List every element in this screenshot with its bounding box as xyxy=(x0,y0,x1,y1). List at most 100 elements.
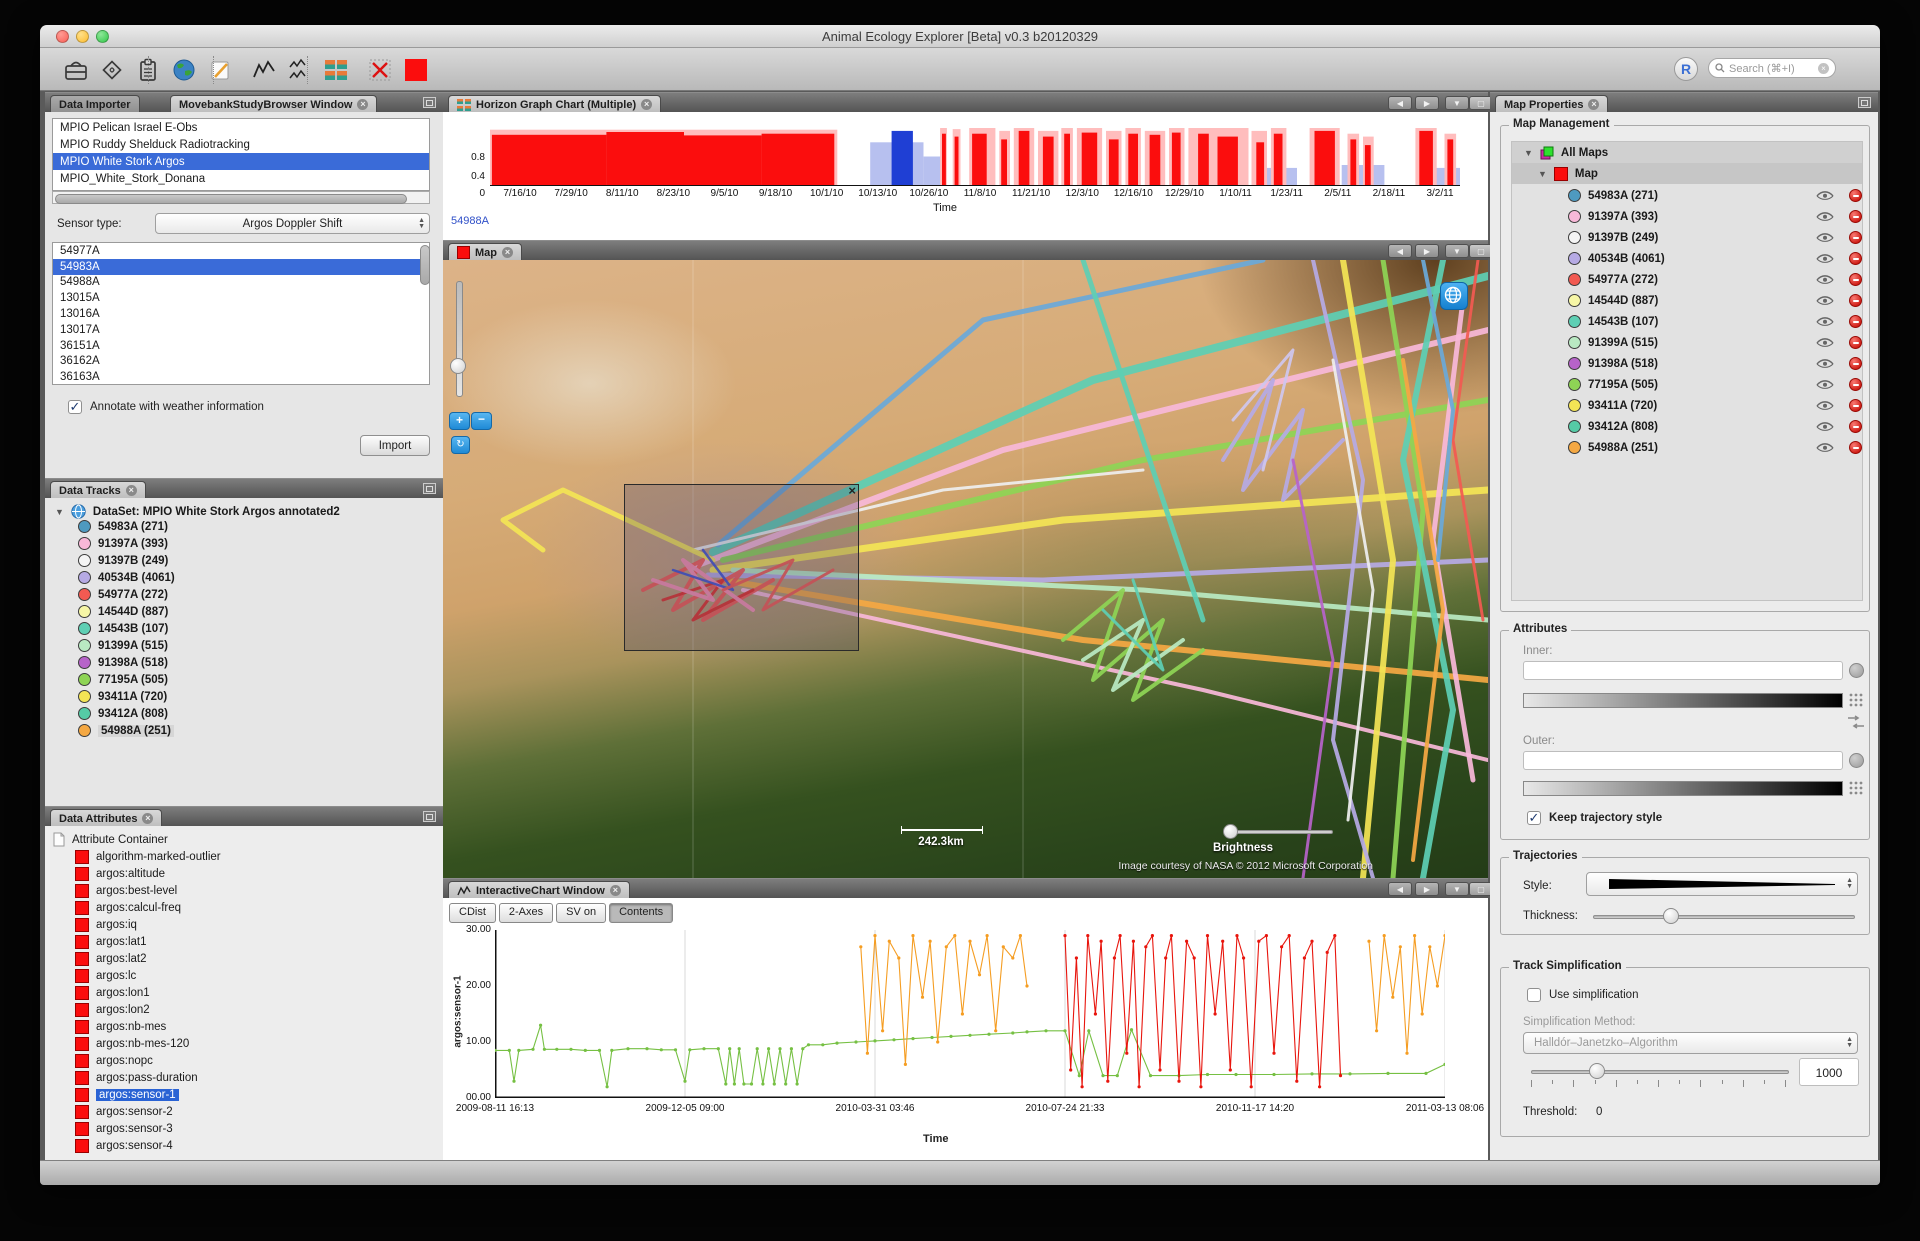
attribute-row[interactable]: argos:sensor-3 xyxy=(75,1122,173,1136)
track-row[interactable]: 14544D (887) xyxy=(78,605,168,618)
map-node[interactable]: ▼ Map xyxy=(1512,163,1863,184)
remove-track-icon[interactable] xyxy=(1849,210,1862,223)
panel-menu-button[interactable]: ▼ xyxy=(1445,244,1469,258)
map-track-row[interactable]: 14544D (887) xyxy=(1568,294,1862,307)
inner-attribute-input[interactable] xyxy=(1523,661,1843,680)
track-row[interactable]: 91397B (249) xyxy=(78,554,168,567)
map-track-row[interactable]: 54977A (272) xyxy=(1568,273,1862,286)
map-track-row[interactable]: 91399A (515) xyxy=(1568,336,1862,349)
chart-mode-button[interactable]: Contents xyxy=(609,903,673,923)
visibility-eye-icon[interactable] xyxy=(1816,400,1834,411)
sensor-list[interactable]: 54977A54983A54988A13015A13016A13017A3615… xyxy=(52,242,430,385)
track-row[interactable]: 54977A (272) xyxy=(78,588,168,601)
visibility-eye-icon[interactable] xyxy=(1816,253,1834,264)
remove-track-icon[interactable] xyxy=(1849,357,1862,370)
horizon-plot[interactable] xyxy=(490,128,1460,186)
tree-expand-icon[interactable]: ▼ xyxy=(55,507,64,517)
attribute-row[interactable]: argos:altitude xyxy=(75,867,165,881)
tag-icon[interactable] xyxy=(98,56,126,84)
simplification-method-dropdown[interactable]: Halldór–Janetzko–Algorithm ▲▼ xyxy=(1523,1032,1858,1054)
attribute-row[interactable]: argos:nb-mes xyxy=(75,1020,166,1034)
attribute-row[interactable]: argos:nb-mes-120 xyxy=(75,1037,189,1051)
list-item[interactable]: 13015A xyxy=(53,290,429,306)
list-item[interactable]: 36151A xyxy=(53,338,429,354)
map-track-row[interactable]: 91397A (393) xyxy=(1568,210,1862,223)
remove-track-icon[interactable] xyxy=(1849,315,1862,328)
palette-grid-icon[interactable] xyxy=(1849,693,1863,707)
attribute-row[interactable]: argos:sensor-1 xyxy=(75,1088,179,1102)
drawer-icon[interactable] xyxy=(62,56,90,84)
close-icon[interactable]: × xyxy=(1588,99,1599,110)
track-row[interactable]: 77195A (505) xyxy=(78,673,168,686)
map-track-row[interactable]: 54988A (251) xyxy=(1568,441,1862,454)
chart-mode-button[interactable]: SV on xyxy=(556,903,606,923)
attribute-row[interactable]: argos:lc xyxy=(75,969,136,983)
close-icon[interactable]: × xyxy=(126,485,137,496)
simplification-knob[interactable] xyxy=(1589,1063,1605,1079)
panel-menu-button[interactable]: ▼ xyxy=(1445,882,1469,896)
attribute-row[interactable]: argos:lat1 xyxy=(75,935,147,949)
trajectory-style-dropdown[interactable]: ▲▼ xyxy=(1586,872,1858,896)
ichart-plot[interactable] xyxy=(495,930,1445,1098)
map-track-row[interactable]: 93412A (808) xyxy=(1568,420,1862,433)
visibility-eye-icon[interactable] xyxy=(1816,442,1834,453)
visibility-eye-icon[interactable] xyxy=(1816,379,1834,390)
map-tree[interactable]: ▼ All Maps ▼ Map 54983A (271) 91397A (393… xyxy=(1511,141,1863,601)
list-item[interactable]: 36163A xyxy=(53,369,429,385)
visibility-eye-icon[interactable] xyxy=(1816,274,1834,285)
remove-track-icon[interactable] xyxy=(1849,189,1862,202)
restore-panel-icon[interactable] xyxy=(1858,97,1871,108)
list-item[interactable]: MPIO_White_Stork_Donana xyxy=(53,170,429,187)
list-item[interactable]: MPIO Pelican Israel E-Obs xyxy=(53,119,429,136)
simplification-value-field[interactable]: 1000 xyxy=(1799,1058,1859,1086)
close-icon[interactable]: × xyxy=(502,247,513,258)
attribute-row[interactable]: argos:calcul-freq xyxy=(75,901,181,915)
list-item[interactable]: MPIO White Stork Argos xyxy=(53,153,429,170)
tab-map[interactable]: Map× xyxy=(448,243,522,261)
track-row[interactable]: 54983A (271) xyxy=(78,520,168,533)
track-row[interactable]: 93411A (720) xyxy=(78,690,167,703)
tree-expand-icon[interactable]: ▼ xyxy=(1538,169,1547,179)
brightness-knob[interactable] xyxy=(1223,824,1238,839)
nav-back-button[interactable]: ◀ xyxy=(1388,882,1412,896)
remove-track-icon[interactable] xyxy=(1849,273,1862,286)
attribute-row[interactable]: argos:sensor-2 xyxy=(75,1105,173,1119)
list-item[interactable]: 54977A xyxy=(53,243,429,259)
all-maps-node[interactable]: ▼ All Maps xyxy=(1512,142,1863,163)
chart-mode-button[interactable]: 2-Axes xyxy=(499,903,553,923)
thickness-knob[interactable] xyxy=(1663,908,1679,924)
tab-map-properties[interactable]: Map Properties× xyxy=(1495,95,1608,113)
use-simplification-checkbox[interactable] xyxy=(1527,988,1541,1002)
tab-data-tracks[interactable]: Data Tracks× xyxy=(50,481,146,499)
attribute-row[interactable]: argos:lat2 xyxy=(75,952,147,966)
track-row[interactable]: 14543B (107) xyxy=(78,622,168,635)
nav-forward-button[interactable]: ▶ xyxy=(1415,96,1439,110)
outer-gradient-bar[interactable] xyxy=(1523,781,1843,796)
delete-chart-icon[interactable] xyxy=(366,56,394,84)
zoom-out-button[interactable]: − xyxy=(471,412,492,430)
track-row[interactable]: 40534B (4061) xyxy=(78,571,175,584)
import-button[interactable]: Import xyxy=(360,435,430,456)
attribute-row[interactable]: argos:pass-duration xyxy=(75,1071,198,1085)
attribute-row[interactable]: argos:best-level xyxy=(75,884,177,898)
visibility-eye-icon[interactable] xyxy=(1816,421,1834,432)
outer-remove-button[interactable] xyxy=(1849,753,1864,768)
tab-data-attributes[interactable]: Data Attributes× xyxy=(50,809,162,827)
chart-mode-button[interactable]: CDist xyxy=(449,903,496,923)
attribute-row[interactable]: algorithm-marked-outlier xyxy=(75,850,221,864)
refresh-map-button[interactable]: ↻ xyxy=(451,436,470,454)
map-zoom-slider[interactable] xyxy=(456,281,463,397)
map-track-row[interactable]: 91398A (518) xyxy=(1568,357,1862,370)
visibility-eye-icon[interactable] xyxy=(1816,316,1834,327)
restore-panel-icon[interactable] xyxy=(423,811,436,822)
visibility-eye-icon[interactable] xyxy=(1816,358,1834,369)
simplification-slider[interactable] xyxy=(1531,1070,1789,1074)
close-icon[interactable]: × xyxy=(610,885,621,896)
inner-remove-button[interactable] xyxy=(1849,663,1864,678)
visibility-eye-icon[interactable] xyxy=(1816,190,1834,201)
track-row[interactable]: 91397A (393) xyxy=(78,537,168,550)
study-list-hscrollbar[interactable] xyxy=(52,191,430,204)
map-track-row[interactable]: 54983A (271) xyxy=(1568,189,1862,202)
restore-panel-icon[interactable] xyxy=(423,483,436,494)
track-row[interactable]: 93412A (808) xyxy=(78,707,168,720)
